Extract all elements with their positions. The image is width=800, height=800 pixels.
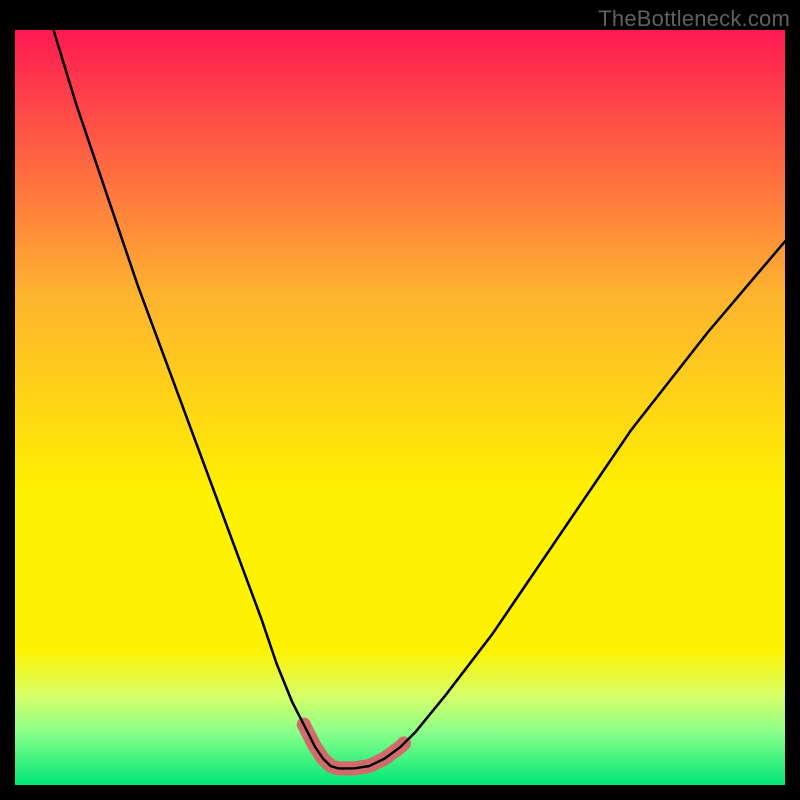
chart-frame: TheBottleneck.com — [0, 0, 800, 800]
watermark-text: TheBottleneck.com — [598, 6, 790, 32]
plot-area — [15, 30, 785, 785]
bottleneck-chart — [0, 0, 800, 800]
